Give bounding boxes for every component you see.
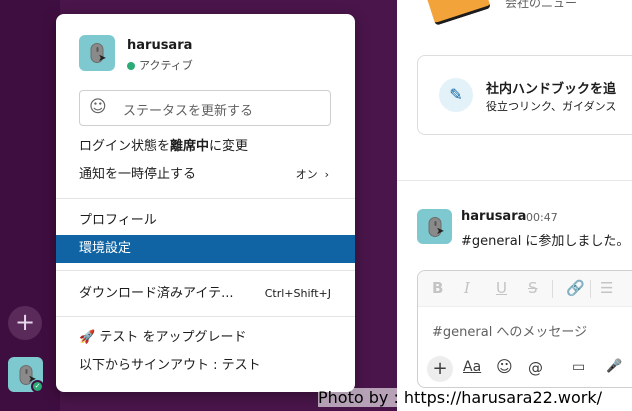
menu-divider (56, 316, 355, 317)
status-placeholder: ステータスを更新する (123, 104, 254, 119)
card-title: 社内ハンドブックを追 (486, 82, 617, 97)
note-icon: ✎ (439, 78, 473, 112)
user-menu-popup: ➤ harusara アクティブ ☺ ステータスを更新する ログイン状態を離席中… (56, 14, 355, 392)
underline-button[interactable]: U (496, 279, 507, 297)
photo-credit-watermark: Photo by : https://harusara22.work/ (318, 388, 603, 407)
set-away-item[interactable]: ログイン状態を離席中に変更 (56, 133, 355, 161)
link-button[interactable]: 🔗 (566, 279, 585, 297)
away-prefix: ログイン状態を (79, 139, 171, 154)
presence-text: アクティブ (139, 59, 193, 72)
bold-button[interactable]: B (432, 279, 443, 297)
preferences-item[interactable]: 環境設定 (56, 235, 355, 263)
main-channel-panel: 会社のニュー ✎ 社内ハンドブックを追 役立つリンク、ガイダンス ➤ harus… (397, 0, 632, 411)
cursor-icon: ➤ (436, 226, 445, 237)
card-subtitle: 役立つリンク、ガイダンス (486, 100, 617, 113)
pause-notifications-label: 通知を一時停止する (79, 167, 197, 182)
emoji-button[interactable]: ☺ (496, 357, 513, 376)
cursor-icon: ➤ (98, 53, 107, 64)
plus-icon: + (14, 308, 36, 336)
status-update-field[interactable]: ☺ ステータスを更新する (79, 90, 331, 126)
toolbar-separator (590, 280, 591, 298)
welcome-text: 会社のニュー (505, 0, 578, 10)
downloads-item[interactable]: ダウンロード済みアイテ... Ctrl+Shift+J (56, 280, 355, 308)
message-composer[interactable]: B I U S 🔗 ☰ #general へのメッセージ + Aa ☺ @ ▭ … (417, 270, 632, 388)
attach-plus-button[interactable]: + (427, 356, 453, 382)
presence-dot-icon (127, 62, 135, 70)
video-clip-button[interactable]: ▭ (572, 359, 585, 375)
message-text: #general に参加しました。 (461, 234, 630, 249)
welcome-illustration (421, 0, 491, 26)
away-suffix: に変更 (209, 139, 249, 154)
message-author[interactable]: harusara (461, 209, 526, 224)
sign-out-item[interactable]: 以下からサインアウト : テスト (56, 352, 355, 380)
audio-clip-button[interactable]: 🎤 (606, 359, 622, 374)
downloads-shortcut: Ctrl+Shift+J (264, 287, 331, 300)
menu-divider (56, 270, 355, 271)
message-avatar[interactable]: ➤ (417, 209, 452, 244)
pause-notifications-item[interactable]: 通知を一時停止する オン › (56, 161, 355, 189)
downloads-label: ダウンロード済みアイテ... (79, 286, 234, 301)
profile-item[interactable]: プロフィール (56, 207, 355, 235)
divider (397, 180, 632, 181)
formatting-toggle-button[interactable]: Aa (463, 359, 481, 375)
mention-button[interactable]: @ (528, 359, 543, 377)
italic-button[interactable]: I (464, 279, 470, 297)
format-toolbar: B I U S 🔗 ☰ (418, 271, 632, 307)
menu-user-name: harusara (127, 38, 193, 53)
presence-label: アクティブ (127, 57, 193, 73)
message-timestamp[interactable]: 00:47 (526, 211, 558, 224)
presence-status-icon: ✓ (31, 380, 44, 393)
chevron-right-icon: › (324, 168, 329, 181)
upgrade-item[interactable]: 🚀 テスト をアップグレード (56, 324, 355, 352)
strikethrough-button[interactable]: S (528, 279, 538, 297)
handbook-card[interactable]: ✎ 社内ハンドブックを追 役立つリンク、ガイダンス (417, 55, 632, 135)
pause-value-text: オン (295, 168, 318, 181)
away-bold: 離席中 (170, 139, 210, 154)
menu-avatar: ➤ (79, 35, 115, 71)
message-input-placeholder[interactable]: #general へのメッセージ (432, 321, 587, 340)
workspace-sidebar (0, 0, 60, 411)
toolbar-separator (552, 280, 553, 298)
smiley-icon: ☺ (89, 97, 107, 117)
add-workspace-button[interactable]: + (8, 306, 42, 340)
pause-notifications-value: オン › (296, 161, 329, 189)
list-button[interactable]: ☰ (600, 279, 613, 297)
menu-divider (56, 198, 355, 199)
rocket-icon: 🚀 (79, 330, 100, 345)
upgrade-label: テスト をアップグレード (99, 330, 247, 345)
